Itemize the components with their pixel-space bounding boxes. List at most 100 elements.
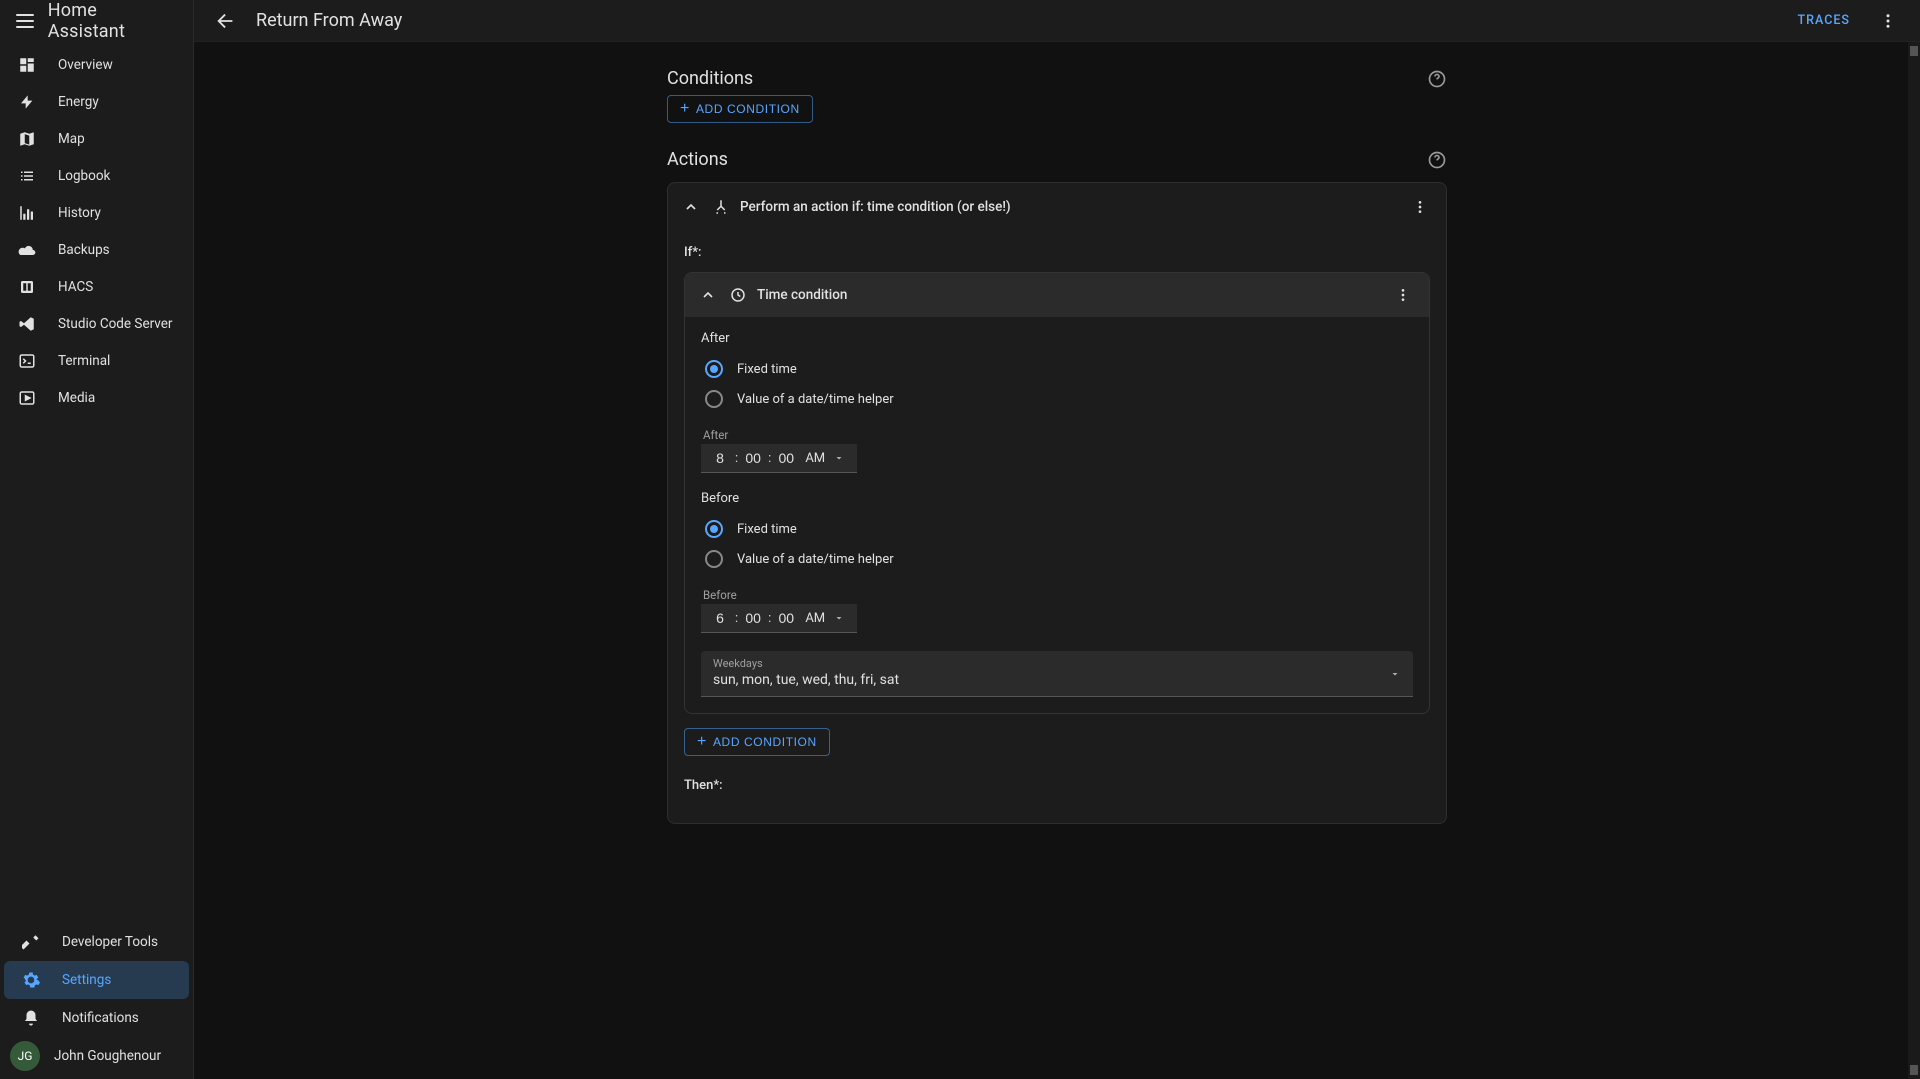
dashboard-icon <box>16 56 38 74</box>
sidebar-item-label: Developer Tools <box>62 934 158 950</box>
sidebar: Home Assistant Overview Energy Map <box>0 0 194 1079</box>
map-icon <box>16 130 38 148</box>
after-time-input: : : AM <box>701 444 857 473</box>
collapse-button[interactable] <box>697 284 719 306</box>
before-label: Before <box>701 491 1413 506</box>
chart-icon <box>16 204 38 222</box>
vscode-icon <box>16 315 38 333</box>
before-ampm-label: AM <box>801 611 829 626</box>
before-helper-radio[interactable]: Value of a date/time helper <box>701 544 1413 574</box>
before-fixed-time-radio[interactable]: Fixed time <box>701 514 1413 544</box>
ampm-dropdown-button[interactable] <box>833 612 845 624</box>
radio-unchecked-icon <box>705 550 723 568</box>
sidebar-item-history[interactable]: History <box>0 194 193 231</box>
time-condition-card: Time condition After Fixed tim <box>684 272 1430 714</box>
before-second-input[interactable] <box>775 610 797 626</box>
before-time-label: Before <box>701 588 1413 602</box>
sidebar-item-label: History <box>58 205 101 221</box>
after-ampm-label: AM <box>801 451 829 466</box>
sidebar-item-notifications[interactable]: Notifications <box>4 999 189 1037</box>
main-area: Return From Away TRACES Conditions + ADD… <box>194 0 1920 1079</box>
dropdown-icon <box>1389 668 1401 680</box>
terminal-icon <box>16 352 38 370</box>
wrench-icon <box>20 933 42 951</box>
after-time-label: After <box>701 428 1413 442</box>
radio-checked-icon <box>705 520 723 538</box>
then-label: Then*: <box>684 778 1430 793</box>
help-icon[interactable] <box>1427 150 1447 170</box>
sidebar-item-label: Settings <box>62 972 111 988</box>
sidebar-item-label: Energy <box>58 94 99 110</box>
radio-checked-icon <box>705 360 723 378</box>
hacs-icon <box>16 278 38 296</box>
action-card: Perform an action if: time condition (or… <box>667 182 1447 824</box>
app-bar: Return From Away TRACES <box>194 0 1920 42</box>
bolt-icon <box>16 94 38 110</box>
weekdays-value: sun, mon, tue, wed, thu, fri, sat <box>713 672 1401 688</box>
before-time-input: : : AM <box>701 604 857 633</box>
sidebar-item-label: HACS <box>58 279 93 295</box>
menu-toggle-icon[interactable] <box>16 14 34 28</box>
add-condition-label: ADD CONDITION <box>696 102 800 116</box>
time-separator: : <box>768 451 771 466</box>
after-minute-input[interactable] <box>742 450 764 466</box>
app-title: Home Assistant <box>48 0 177 42</box>
sidebar-item-developer-tools[interactable]: Developer Tools <box>4 923 189 961</box>
sidebar-item-terminal[interactable]: Terminal <box>0 342 193 379</box>
content-scroll[interactable]: Conditions + ADD CONDITION Actions <box>194 42 1920 1079</box>
before-minute-input[interactable] <box>742 610 764 626</box>
sidebar-item-hacs[interactable]: HACS <box>0 268 193 305</box>
avatar-icon: JG <box>10 1041 40 1071</box>
gear-icon <box>20 970 42 990</box>
sidebar-item-label: Map <box>58 131 85 147</box>
weekdays-selector[interactable]: Weekdays sun, mon, tue, wed, thu, fri, s… <box>701 651 1413 697</box>
page-title: Return From Away <box>256 10 402 31</box>
back-button[interactable] <box>212 7 240 35</box>
sidebar-user-profile[interactable]: JG John Goughenour <box>4 1037 189 1075</box>
sidebar-item-label: Logbook <box>58 168 110 184</box>
sidebar-item-studio-code[interactable]: Studio Code Server <box>0 305 193 342</box>
collapse-button[interactable] <box>680 196 702 218</box>
sidebar-item-overview[interactable]: Overview <box>0 46 193 83</box>
overflow-menu-button[interactable] <box>1874 7 1902 35</box>
time-separator: : <box>735 451 738 466</box>
before-hour-input[interactable] <box>709 610 731 626</box>
help-icon[interactable] <box>1427 69 1447 89</box>
action-overflow-button[interactable] <box>1406 193 1434 221</box>
time-separator: : <box>768 611 771 626</box>
sidebar-item-logbook[interactable]: Logbook <box>0 157 193 194</box>
action-card-title: Perform an action if: time condition (or… <box>740 199 1396 215</box>
if-label: If*: <box>684 245 1430 260</box>
ampm-dropdown-button[interactable] <box>833 452 845 464</box>
sidebar-item-label: Terminal <box>58 353 110 369</box>
actions-heading: Actions <box>667 149 728 170</box>
inner-add-condition-button[interactable]: + ADD CONDITION <box>684 728 830 756</box>
user-name-label: John Goughenour <box>54 1048 161 1064</box>
sidebar-item-energy[interactable]: Energy <box>0 83 193 120</box>
action-card-header: Perform an action if: time condition (or… <box>668 183 1446 231</box>
sidebar-item-settings[interactable]: Settings <box>4 961 189 999</box>
cloud-icon <box>16 243 38 257</box>
after-helper-radio[interactable]: Value of a date/time helper <box>701 384 1413 414</box>
after-second-input[interactable] <box>775 450 797 466</box>
radio-label: Fixed time <box>737 362 797 377</box>
media-icon <box>16 389 38 407</box>
condition-title: Time condition <box>757 287 1379 303</box>
weekdays-label: Weekdays <box>713 657 1401 670</box>
add-condition-button[interactable]: + ADD CONDITION <box>667 95 813 123</box>
after-fixed-time-radio[interactable]: Fixed time <box>701 354 1413 384</box>
sidebar-item-map[interactable]: Map <box>0 120 193 157</box>
sidebar-item-media[interactable]: Media <box>0 379 193 416</box>
conditions-heading: Conditions <box>667 68 753 89</box>
sidebar-item-label: Studio Code Server <box>58 316 172 332</box>
branch-icon <box>712 198 730 216</box>
traces-button[interactable]: TRACES <box>1798 13 1850 28</box>
condition-overflow-button[interactable] <box>1389 281 1417 309</box>
bell-icon <box>20 1009 42 1027</box>
inner-add-condition-label: ADD CONDITION <box>713 735 817 749</box>
sidebar-item-backups[interactable]: Backups <box>0 231 193 268</box>
sidebar-item-label: Media <box>58 390 95 406</box>
radio-label: Fixed time <box>737 522 797 537</box>
scrollbar[interactable] <box>1908 42 1920 1079</box>
after-hour-input[interactable] <box>709 450 731 466</box>
